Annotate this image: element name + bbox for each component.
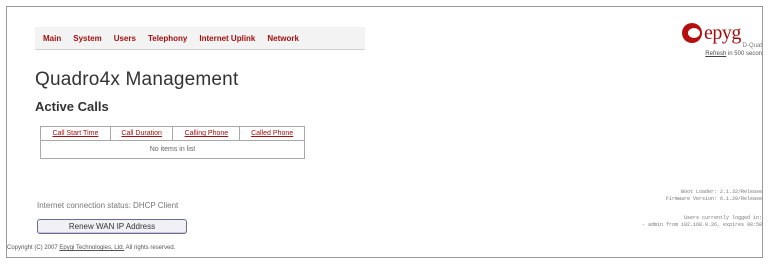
table-row: No items in list <box>40 140 305 159</box>
copyright-suffix: All rights reserved. <box>125 245 176 251</box>
logo-subtext: D-Quat <box>742 43 762 49</box>
page-title: Quadro4x Management <box>35 69 239 90</box>
logged-in-users-label: Users currently logged in: <box>683 215 762 221</box>
menu-item-system[interactable]: System <box>73 34 101 43</box>
refresh-notice: Refresh in 500 secon <box>705 51 762 57</box>
column-header-call-start-time[interactable]: Call Start Time <box>40 126 111 141</box>
menu-item-main[interactable]: Main <box>43 34 61 43</box>
copyright-prefix: Copyright (C) 2007 <box>7 245 58 251</box>
menu-item-users[interactable]: Users <box>114 34 136 43</box>
browser-frame: Main System Users Telephony Internet Upl… <box>6 6 763 258</box>
menu-item-telephony[interactable]: Telephony <box>148 34 187 43</box>
copyright-footer: Copyright (C) 2007 Epygi Technologies, L… <box>7 245 175 251</box>
epygi-link[interactable]: Epygi Technologies, Ltd. <box>59 245 124 251</box>
section-title: Active Calls <box>35 99 109 114</box>
logo-text: epyg <box>704 21 741 44</box>
connection-status: Internet connection status: DHCP Client <box>37 201 179 210</box>
epygi-logo: epyg <box>682 21 762 45</box>
empty-list-message: No items in list <box>40 140 305 159</box>
menu-item-internet-uplink[interactable]: Internet Uplink <box>199 34 255 43</box>
firmware-version: Firmware Version: 6.1.20/Release <box>665 196 762 202</box>
refresh-text: in 500 secon <box>727 51 762 57</box>
renew-wan-ip-button[interactable]: Renew WAN IP Address <box>37 219 187 234</box>
main-menu: Main System Users Telephony Internet Upl… <box>35 27 365 50</box>
column-header-called-phone[interactable]: Called Phone <box>239 126 305 141</box>
logged-in-user-entry: - admin from 192.168.0.26, expires 08:58 <box>641 222 762 228</box>
menu-item-network[interactable]: Network <box>267 34 299 43</box>
logo-icon <box>682 23 702 43</box>
refresh-link[interactable]: Refresh <box>705 51 726 57</box>
boot-loader-version: Boot Loader: 2.1.32/Release <box>680 189 762 195</box>
table-header-row: Call Start Time Call Duration Calling Ph… <box>40 126 305 141</box>
column-header-call-duration[interactable]: Call Duration <box>109 126 174 141</box>
active-calls-table: Call Start Time Call Duration Calling Ph… <box>40 126 305 159</box>
column-header-calling-phone[interactable]: Calling Phone <box>172 126 241 141</box>
